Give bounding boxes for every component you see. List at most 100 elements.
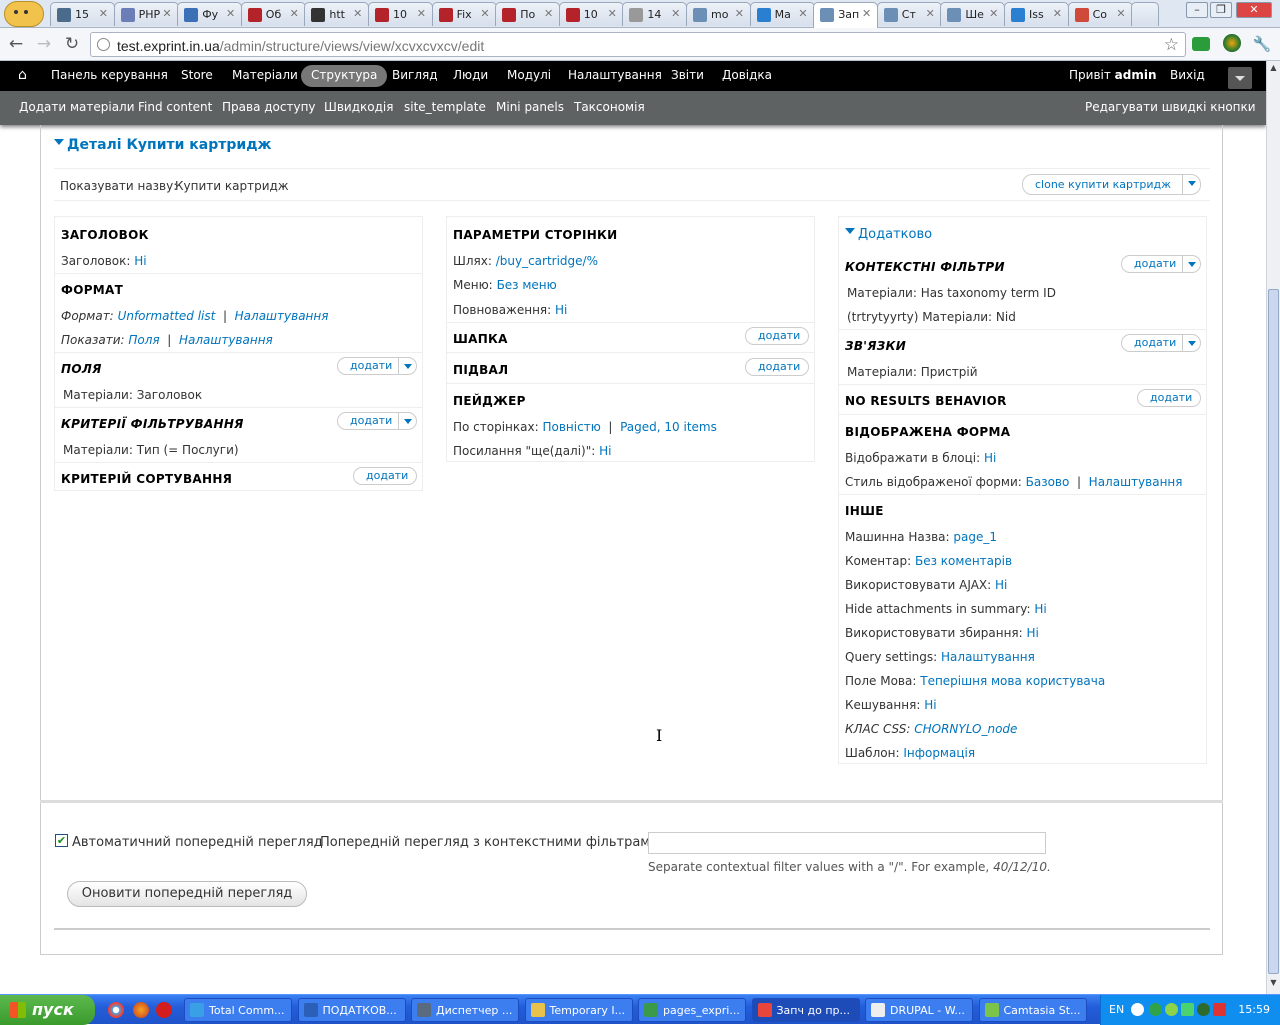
tab-close-icon[interactable]: ✕ <box>862 7 871 20</box>
browser-tab[interactable]: Фу ✕ <box>177 2 243 26</box>
other-setting-link[interactable]: page_1 <box>953 530 997 544</box>
tab-close-icon[interactable]: ✕ <box>290 7 299 20</box>
toolbar-item-modules[interactable]: Модулі <box>507 68 551 82</box>
other-setting-link[interactable]: Налаштування <box>941 650 1035 664</box>
path-link[interactable]: /buy_cartridge/% <box>496 254 598 268</box>
add-contextual-filter-button[interactable]: додати <box>1121 255 1201 273</box>
add-field-button[interactable]: додати <box>337 357 417 375</box>
tray-arrow-icon[interactable] <box>1131 1003 1144 1016</box>
toolbar-item-structure[interactable]: Структура <box>301 65 388 87</box>
auto-preview-checkbox[interactable]: ✔ <box>55 834 68 847</box>
exposed-block-link[interactable]: Ні <box>984 451 996 465</box>
tab-close-icon[interactable]: ✕ <box>99 7 108 20</box>
browser-tab[interactable]: PHP ✕ <box>113 2 179 26</box>
browser-tab[interactable]: Об ✕ <box>240 2 306 26</box>
display-name-link[interactable]: Купити картридж <box>175 179 289 193</box>
other-setting-link[interactable]: Ні <box>1034 602 1046 616</box>
update-preview-button[interactable]: Оновити попередній перегляд <box>67 881 307 907</box>
toggle-shortcuts-icon[interactable] <box>1228 67 1252 89</box>
exposed-style-settings-link[interactable]: Налаштування <box>1089 475 1183 489</box>
tray-app-icon[interactable] <box>1165 1003 1178 1016</box>
taskbar-task[interactable]: DRUPAL - W... <box>865 998 973 1022</box>
language-indicator[interactable]: EN <box>1109 1003 1124 1016</box>
tray-app-icon[interactable] <box>1197 1003 1210 1016</box>
tab-close-icon[interactable]: ✕ <box>353 7 362 20</box>
browser-tab[interactable]: Со ✕ <box>1067 2 1133 26</box>
field-item[interactable]: Матеріали: Заголовок <box>63 388 202 402</box>
add-relationship-button[interactable]: додати <box>1121 334 1201 352</box>
toolbar-item-dashboard[interactable]: Панель керування <box>51 68 168 82</box>
browser-tab[interactable]: Fix ✕ <box>431 2 497 26</box>
pager-mode-link[interactable]: Повністю <box>542 420 600 434</box>
toolbar-item-appearance[interactable]: Вигляд <box>392 68 438 82</box>
other-setting-link[interactable]: Ні <box>995 578 1007 592</box>
tab-close-icon[interactable]: ✕ <box>162 7 171 20</box>
scrollbar-thumb[interactable] <box>1268 289 1279 974</box>
url-input[interactable]: test.exprint.in.ua/admin/structure/views… <box>90 32 1186 57</box>
clone-display-button[interactable]: clone купити картридж <box>1022 174 1201 195</box>
format-value-link[interactable]: Unformatted list <box>118 309 216 323</box>
firefox-quicklaunch-icon[interactable] <box>133 1002 149 1018</box>
edit-shortcuts-link[interactable]: Редагувати швидкі кнопки <box>1085 100 1256 114</box>
add-filter-dropdown-icon[interactable] <box>398 413 416 429</box>
other-setting-link[interactable]: Інформація <box>903 746 975 760</box>
browser-tab[interactable]: Ма ✕ <box>749 2 815 26</box>
logout-link[interactable]: Вихід <box>1170 68 1205 82</box>
taskbar-task[interactable]: Temporary I... <box>524 998 633 1022</box>
show-settings-link[interactable]: Налаштування <box>179 333 273 347</box>
extension-icon[interactable] <box>1192 37 1210 51</box>
wrench-icon[interactable]: 🔧 <box>1252 34 1272 54</box>
shortcut-permissions[interactable]: Права доступу <box>222 100 316 114</box>
add-filter-button[interactable]: додати <box>337 412 417 430</box>
opera-quicklaunch-icon[interactable] <box>156 1002 172 1018</box>
browser-tab[interactable]: Ст ✕ <box>876 2 942 26</box>
tray-network-icon[interactable] <box>1181 1003 1194 1016</box>
back-icon[interactable]: ← <box>6 34 26 54</box>
taskbar-task[interactable]: Camtasia St... <box>978 998 1087 1022</box>
browser-tab[interactable]: Зап ✕ <box>813 2 879 28</box>
auto-preview-label[interactable]: Автоматичний попередній перегляд <box>72 835 323 850</box>
tab-close-icon[interactable]: ✕ <box>798 7 807 20</box>
tray-shield-icon[interactable] <box>1213 1003 1226 1016</box>
toolbar-item-configuration[interactable]: Налаштування <box>568 68 662 82</box>
page-scrollbar[interactable]: ▲ ▼ <box>1266 61 1280 994</box>
taskbar-task[interactable]: Total Comm... <box>184 998 292 1022</box>
close-window-icon[interactable]: ✕ <box>1236 2 1272 18</box>
details-toggle[interactable]: Деталі Купити картридж <box>54 137 271 153</box>
add-sort-button[interactable]: додати <box>353 467 417 485</box>
browser-tab[interactable]: Iss ✕ <box>1004 2 1069 26</box>
tab-close-icon[interactable]: ✕ <box>735 7 744 20</box>
extension-globe-icon[interactable] <box>1223 34 1241 52</box>
maximize-icon[interactable]: ❐ <box>1210 2 1232 18</box>
tab-close-icon[interactable]: ✕ <box>989 7 998 20</box>
browser-tab[interactable]: По ✕ <box>495 2 561 26</box>
scroll-down-icon[interactable]: ▼ <box>1267 978 1280 992</box>
advanced-toggle[interactable]: Додатково <box>845 227 932 242</box>
start-button[interactable]: пуск <box>0 995 95 1025</box>
taskbar-task[interactable]: ПОДАТКОВ... <box>297 998 406 1022</box>
forward-icon[interactable]: → <box>34 34 54 54</box>
other-setting-link[interactable]: Ні <box>1027 626 1039 640</box>
taskbar-task[interactable]: Запч до пр... <box>751 998 860 1022</box>
toolbar-item-reports[interactable]: Звіти <box>671 68 704 82</box>
tab-close-icon[interactable]: ✕ <box>1116 7 1125 20</box>
toolbar-item-store[interactable]: Store <box>181 68 213 82</box>
add-header-button[interactable]: додати <box>745 327 809 345</box>
show-value-link[interactable]: Поля <box>128 333 159 347</box>
add-field-dropdown-icon[interactable] <box>398 358 416 374</box>
taskbar-task[interactable]: pages_expri... <box>638 998 746 1022</box>
minimize-icon[interactable]: – <box>1186 2 1208 18</box>
other-setting-link[interactable]: Теперішня мова користувача <box>920 674 1105 688</box>
toolbar-item-content[interactable]: Матеріали <box>232 68 298 82</box>
bookmark-star-icon[interactable]: ☆ <box>1164 35 1179 55</box>
shortcut-mini-panels[interactable]: Mini panels <box>496 100 564 114</box>
pager-settings-link[interactable]: Paged, 10 items <box>620 420 717 434</box>
add-no-results-button[interactable]: додати <box>1137 389 1201 407</box>
shortcut-site-template[interactable]: site_template <box>404 100 486 114</box>
format-settings-link[interactable]: Налаштування <box>235 309 329 323</box>
browser-tab[interactable]: htt ✕ <box>304 2 370 26</box>
tab-close-icon[interactable]: ✕ <box>480 7 489 20</box>
browser-tab[interactable]: 10 ✕ <box>558 2 624 26</box>
access-link[interactable]: Ні <box>555 303 567 317</box>
clone-dropdown-icon[interactable] <box>1182 175 1200 194</box>
